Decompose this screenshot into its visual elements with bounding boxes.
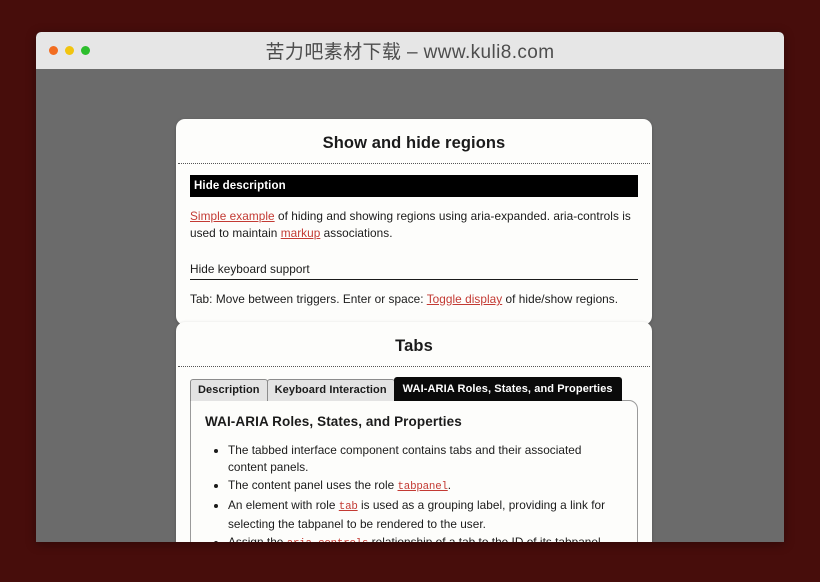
tabpanel-heading: WAI-ARIA Roles, States, and Properties xyxy=(205,414,462,429)
disclosure-trigger-hide-description[interactable]: Hide description xyxy=(190,175,638,197)
list-item: Assign the aria-controls relationship of… xyxy=(228,534,623,542)
list-item: The content panel uses the role tabpanel… xyxy=(228,477,623,496)
keyboard-region-text: Tab: Move between triggers. Enter or spa… xyxy=(190,292,619,306)
inline-code-term: tab xyxy=(338,501,358,513)
divider xyxy=(178,366,650,367)
inline-link[interactable]: Toggle display xyxy=(427,292,502,306)
card-show-and-hide-regions: Show and hide regions Hide description S… xyxy=(176,119,652,325)
tabpanel: WAI-ARIA Roles, States, and Properties T… xyxy=(190,400,638,542)
traffic-light-buttons xyxy=(49,32,90,69)
tab-3[interactable]: WAI-ARIA Roles, States, and Properties xyxy=(393,377,622,401)
browser-window: 苦力吧素材下载 – www.kuli8.com Show and hide re… xyxy=(36,32,784,542)
minimize-window-button[interactable] xyxy=(65,46,74,55)
list-item: The tabbed interface component contains … xyxy=(228,442,623,476)
tab-2[interactable]: Keyboard Interaction xyxy=(266,379,395,401)
window-title: 苦力吧素材下载 – www.kuli8.com xyxy=(265,42,555,63)
card-body: Hide description Simple example of hidin… xyxy=(176,175,652,308)
maximize-window-button[interactable] xyxy=(81,46,90,55)
description-region-text: Simple example of hiding and showing reg… xyxy=(190,209,631,240)
inline-code-term: tabpanel xyxy=(397,481,448,493)
page-title: Show and hide regions xyxy=(322,134,506,152)
inline-link[interactable]: Simple example xyxy=(190,209,275,223)
disclosure-trigger-hide-keyboard-support[interactable]: Hide keyboard support xyxy=(190,262,638,280)
tabpanel-bullet-list: The tabbed interface component contains … xyxy=(205,442,623,542)
tablist: Description Keyboard Interaction WAI-ARIA … xyxy=(176,377,652,401)
tabs-page-title: Tabs xyxy=(395,337,433,355)
window-title-bar: 苦力吧素材下载 – www.kuli8.com xyxy=(36,32,784,69)
close-window-button[interactable] xyxy=(49,46,58,55)
inline-code-term: aria-controls xyxy=(287,538,369,542)
list-item: An element with role tab is used as a gr… xyxy=(228,497,623,533)
divider xyxy=(178,163,650,164)
inline-link[interactable]: markup xyxy=(281,226,321,240)
card-tabs: Tabs Description Keyboard Interaction WAI-… xyxy=(176,322,652,542)
tab-1[interactable]: Description xyxy=(190,379,268,401)
page-viewport: Show and hide regions Hide description S… xyxy=(36,69,784,542)
